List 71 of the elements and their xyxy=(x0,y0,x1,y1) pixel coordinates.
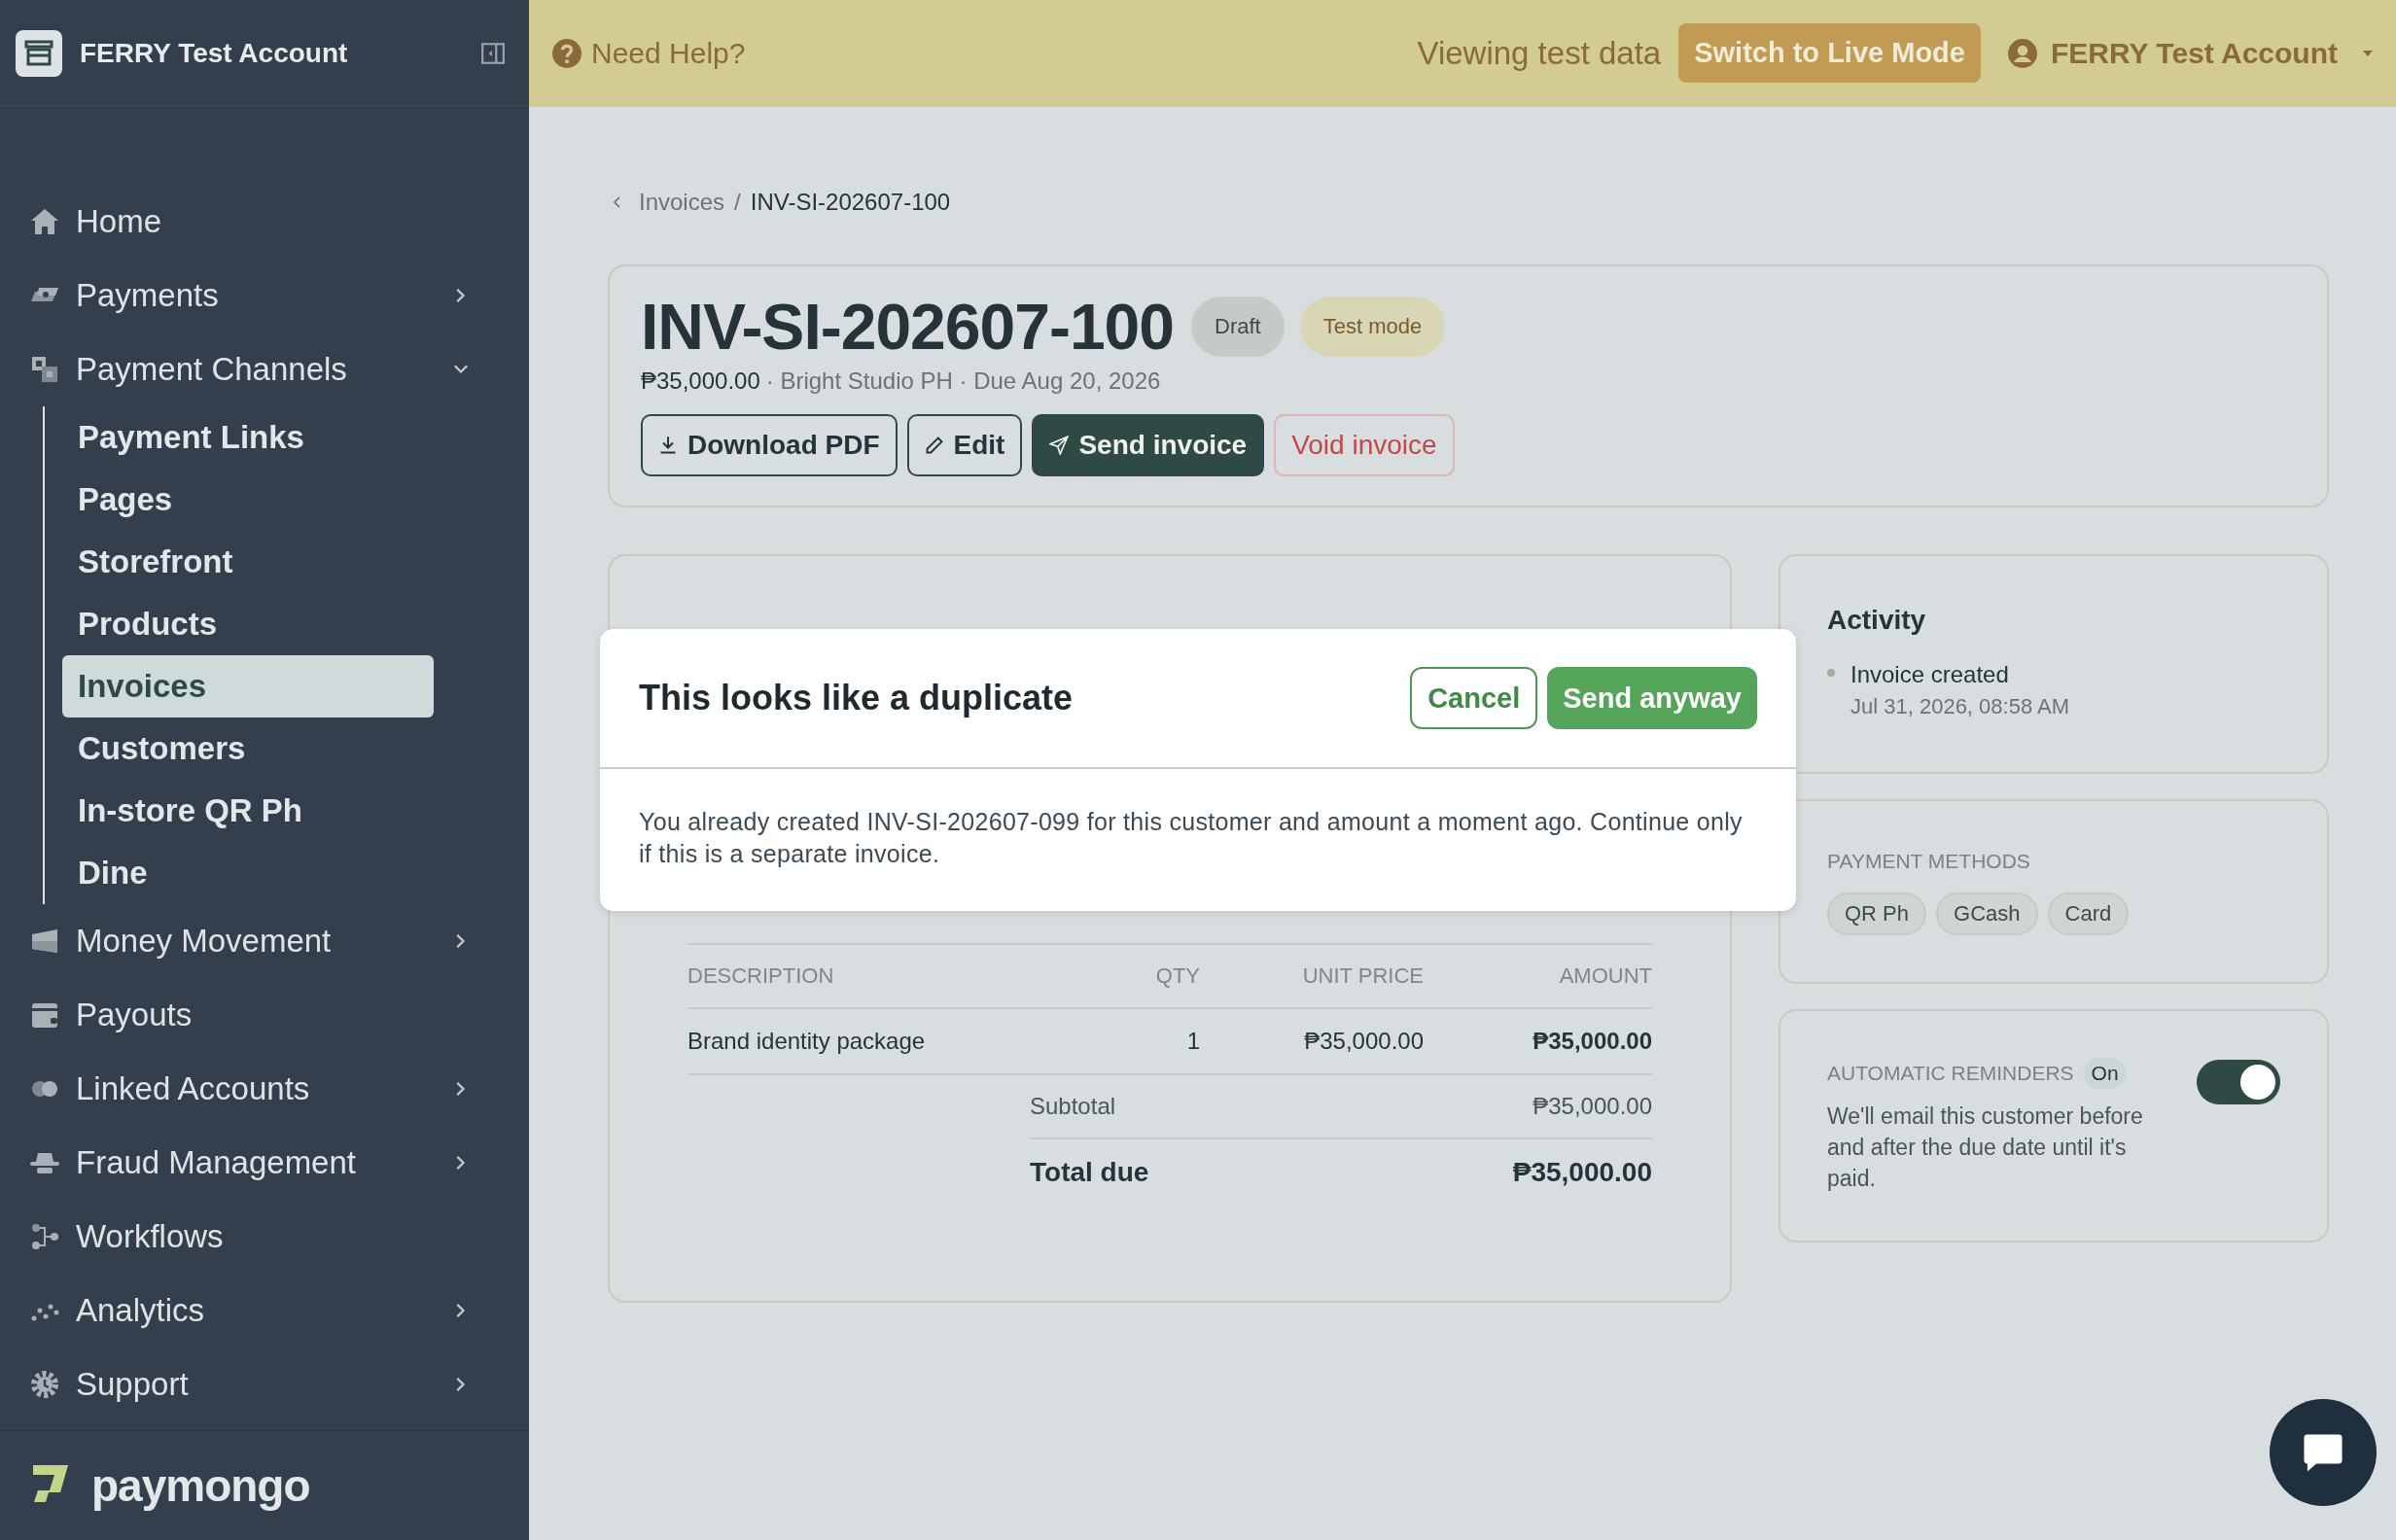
column-header: UNIT PRICE xyxy=(1301,963,1424,989)
reminder-description: We'll email this customer before and after the due date until it's paid. xyxy=(1827,1102,2144,1193)
download-icon xyxy=(658,436,678,455)
help-icon xyxy=(552,38,581,68)
nav-item[interactable]: Home xyxy=(29,185,529,259)
invoice-number: INV-SI-202607-100 xyxy=(641,290,1175,364)
status-badge: Draft xyxy=(1191,297,1285,357)
nav-subitem[interactable]: Dine xyxy=(62,842,434,904)
caret-icon xyxy=(2363,50,2373,56)
nav-subitem[interactable]: In-store QR Ph xyxy=(62,780,434,842)
table-cell-text: ₱35,000.00 xyxy=(1532,1028,1652,1055)
subtotal-label: Subtotal xyxy=(1030,1093,1116,1120)
status-tag: On xyxy=(2083,1058,2127,1089)
table-cell-text: 1 xyxy=(1185,1028,1200,1055)
home-icon xyxy=(29,206,60,237)
column-header: QTY xyxy=(1154,963,1200,989)
breadcrumb-current: INV-SI-202607-100 xyxy=(750,189,951,216)
dialog-title: This looks like a duplicate xyxy=(639,678,1075,718)
test-data-notice: Viewing test data xyxy=(1417,34,1662,72)
method-tag: Card xyxy=(2047,892,2130,935)
nav-item[interactable]: Money Movement xyxy=(29,904,529,978)
method-tag: QR Ph xyxy=(1827,892,1927,935)
nav-item[interactable]: Support xyxy=(29,1348,529,1421)
nav-subitem[interactable]: Storefront xyxy=(62,531,434,593)
invoice-amount: ₱35,000.00 xyxy=(641,368,760,395)
method-tag: GCash xyxy=(1936,892,2038,935)
action-button[interactable]: Void invoice xyxy=(1274,414,1455,476)
cancel-button[interactable]: Cancel xyxy=(1410,667,1538,729)
pencil-icon xyxy=(924,436,944,455)
action-button[interactable]: Edit xyxy=(906,414,1023,476)
brand-name: paymongo xyxy=(91,1459,310,1512)
nav-subitem[interactable]: Products xyxy=(62,593,434,655)
column-header: AMOUNT xyxy=(1558,963,1652,989)
nav-subitem[interactable]: Pages xyxy=(62,469,434,531)
nav-item[interactable]: Linked Accounts xyxy=(29,1052,529,1126)
nav-subitem[interactable]: Invoices xyxy=(62,655,434,718)
total-label: Total due xyxy=(1030,1157,1149,1188)
mode-badge: Test mode xyxy=(1299,297,1446,357)
invoice-meta: · Bright Studio PH · Due Aug 20, 2026 xyxy=(765,368,1161,395)
store-icon xyxy=(16,29,62,77)
column-header: DESCRIPTION xyxy=(687,963,835,989)
collapse-sidebar-icon[interactable] xyxy=(480,40,506,66)
reminder-toggle[interactable] xyxy=(2197,1060,2280,1104)
nav-subitem[interactable]: Payment Links xyxy=(62,406,434,469)
user-icon xyxy=(2007,38,2037,68)
section-label: PAYMENT METHODS xyxy=(1827,850,2031,873)
subtotal-value: ₱35,000.00 xyxy=(1533,1093,1652,1120)
table-cell-text: Brand identity package xyxy=(687,1028,927,1055)
breadcrumb-link[interactable]: Invoices xyxy=(639,189,725,216)
nav-subitem[interactable]: Customers xyxy=(62,718,434,780)
action-button[interactable]: Download PDF xyxy=(641,414,898,476)
timeline-dot xyxy=(1827,669,1835,677)
table-cell-text: ₱35,000.00 xyxy=(1303,1028,1424,1055)
send-icon xyxy=(1049,436,1070,455)
total-value: ₱35,000.00 xyxy=(1512,1157,1652,1188)
action-button[interactable]: Send invoice xyxy=(1032,414,1265,476)
dialog-message: You already created INV-SI-202607-099 for this customer and amount a moment ago. Continue only if this is a separate invoice. xyxy=(638,807,1744,869)
nav-item[interactable]: Payouts xyxy=(29,978,529,1052)
nav-item[interactable]: Fraud Management xyxy=(29,1126,529,1200)
event-title: Invoice created xyxy=(1850,661,2010,688)
breadcrumb-separator: / xyxy=(734,189,741,216)
nav-item[interactable]: Analytics xyxy=(29,1274,529,1348)
activity-title: Activity xyxy=(1827,605,1927,636)
back-icon xyxy=(614,196,621,208)
account-name: FERRY Test Account xyxy=(80,37,349,69)
section-label: AUTOMATIC REMINDERS xyxy=(1827,1062,2074,1085)
event-time: Jul 31, 2026, 08:58 AM xyxy=(1850,694,2070,719)
nav-item[interactable]: Payments xyxy=(29,259,529,332)
nav-item[interactable]: Workflows xyxy=(29,1200,529,1274)
workflows-icon xyxy=(29,1221,60,1252)
nav-item[interactable]: Payment Channels xyxy=(29,332,529,406)
